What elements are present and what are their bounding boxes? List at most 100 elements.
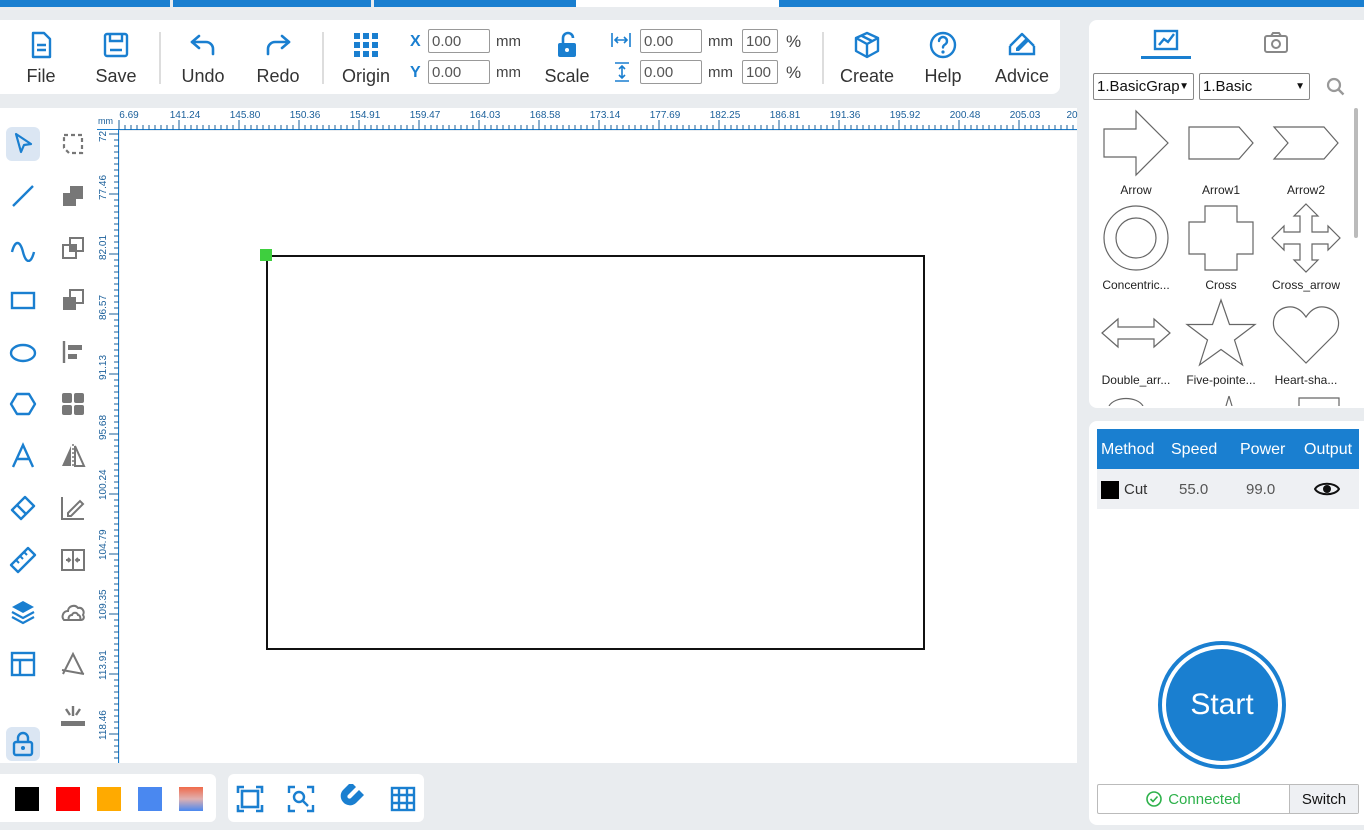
rectangle-icon [10, 291, 36, 310]
arrow-shape-icon [1103, 109, 1169, 177]
shape-item-double-arrow[interactable]: Double_arr... [1092, 297, 1180, 389]
split-tool[interactable] [56, 543, 90, 577]
undo-button[interactable]: Undo [173, 30, 233, 90]
width-unit: mm [708, 33, 733, 50]
shape-item-arrow2[interactable]: Arrow2 [1262, 107, 1350, 199]
height-input[interactable] [640, 60, 702, 84]
create-button[interactable]: Create [837, 30, 897, 90]
help-button[interactable]: Help [913, 30, 973, 90]
intersect-tool[interactable] [56, 231, 90, 265]
scale-lock-button[interactable]: Scale [537, 30, 597, 90]
advice-edit-icon [1008, 32, 1036, 56]
color-swatch-blue[interactable] [138, 787, 162, 811]
redo-button[interactable]: Redo [248, 30, 308, 90]
shape-name: Heart-sha... [1274, 373, 1338, 387]
ruler-tick-label: 77.46 [98, 174, 109, 200]
magnet-snap-icon[interactable] [337, 784, 367, 814]
ruler-tick-label: 82.01 [98, 234, 109, 260]
height-percent-input[interactable] [742, 60, 778, 84]
grid-array-icon [62, 393, 84, 415]
node-edit-tool[interactable] [56, 127, 90, 161]
y-unit: mm [496, 64, 521, 81]
text-tool[interactable] [6, 439, 40, 473]
origin-button[interactable]: Origin [336, 30, 396, 90]
subcategory-select[interactable]: 1.Basic ▼ [1199, 73, 1310, 100]
shape-item-heart[interactable]: Heart-sha... [1262, 297, 1350, 389]
file-icon [31, 31, 52, 59]
origin-label: Origin [341, 66, 390, 86]
box-icon [854, 31, 880, 59]
ruler-tick-label: 154.91 [349, 110, 381, 121]
rectangle-shape[interactable] [266, 255, 925, 650]
draw-tool[interactable] [56, 491, 90, 525]
line-tool[interactable] [6, 179, 40, 213]
width-input[interactable] [640, 29, 702, 53]
file-button[interactable]: File [11, 30, 71, 90]
table-row[interactable]: Cut 55.0 99.0 [1097, 469, 1359, 509]
combine-tool[interactable] [56, 179, 90, 213]
search-icon[interactable] [1326, 77, 1346, 97]
select-tool[interactable] [6, 127, 40, 161]
layout-tool[interactable] [6, 647, 40, 681]
offset-tool[interactable] [56, 595, 90, 629]
color-swatch-orange[interactable] [97, 787, 121, 811]
vector-pen-tool[interactable] [56, 647, 90, 681]
array-tool[interactable] [56, 387, 90, 421]
rectangle-tool[interactable] [6, 283, 40, 317]
eraser-tool[interactable] [6, 491, 40, 525]
lock-tool[interactable] [6, 727, 40, 761]
x-label: X [410, 33, 421, 50]
chevron-down-icon: ▼ [1179, 81, 1189, 92]
start-button[interactable]: Start [1158, 641, 1286, 769]
width-percent-input[interactable] [742, 29, 778, 53]
drawing-canvas[interactable] [120, 131, 1077, 763]
color-swatch-black[interactable] [15, 787, 39, 811]
shape-name: Cross_arrow [1271, 278, 1340, 292]
combine-shapes-icon [63, 186, 83, 206]
save-button[interactable]: Save [86, 30, 146, 90]
curve-tool[interactable] [6, 231, 40, 265]
shape-item-cross[interactable]: Cross [1177, 202, 1265, 294]
y-position-input[interactable] [428, 60, 490, 84]
save-icon [103, 32, 129, 58]
scale-label: Scale [544, 66, 590, 86]
grid-icon[interactable] [388, 784, 418, 814]
shape-item-five-pointed-star[interactable]: Five-pointe... [1177, 297, 1265, 389]
ruler-tick-label: 141.24 [169, 110, 201, 121]
align-tool[interactable] [56, 335, 90, 369]
polygon-tool[interactable] [6, 387, 40, 421]
color-swatch-gradient[interactable] [179, 787, 203, 811]
advice-button[interactable]: Advice [992, 30, 1052, 90]
shape-library-panel: 1.BasicGrap ▼ 1.Basic ▼ Arrow Arrow1 Arrow… [1089, 20, 1364, 408]
shape-item-cross-arrow[interactable]: Cross_arrow [1262, 202, 1350, 294]
view-tools-bar [228, 774, 424, 822]
subtract-tool[interactable] [56, 283, 90, 317]
redo-icon [266, 34, 291, 56]
switch-button[interactable]: Switch [1290, 785, 1358, 813]
category-select[interactable]: 1.BasicGrap ▼ [1093, 73, 1194, 100]
layer-color-chip[interactable] [1101, 481, 1119, 499]
layers-tool[interactable] [6, 595, 40, 629]
color-swatch-red[interactable] [56, 787, 80, 811]
ruler-tick-label: 109.35 [98, 589, 109, 620]
focus-selection-icon[interactable] [286, 784, 316, 814]
eye-output-icon[interactable] [1314, 480, 1340, 498]
shape-item-concentric[interactable]: Concentric... [1092, 202, 1180, 294]
origin-handle[interactable] [260, 249, 272, 261]
concentric-circle-shape-icon [1103, 205, 1169, 271]
ellipse-tool[interactable] [6, 335, 40, 369]
shape-list-scrollbar[interactable] [1354, 108, 1358, 238]
measure-tool[interactable] [6, 543, 40, 577]
mirror-tool[interactable] [56, 439, 90, 473]
laser-tool[interactable] [56, 699, 90, 733]
shape-item-arrow[interactable]: Arrow [1092, 107, 1180, 199]
shape-item-arrow1[interactable]: Arrow1 [1177, 107, 1265, 199]
align-left-icon [62, 341, 82, 363]
tab-shapes[interactable] [1141, 25, 1191, 59]
tab-camera[interactable] [1251, 25, 1301, 59]
tab-active-indicator[interactable] [576, 0, 779, 7]
shape-name: Concentric... [1102, 278, 1170, 292]
x-position-input[interactable] [428, 29, 490, 53]
fit-view-icon[interactable] [235, 784, 265, 814]
intersect-shapes-icon [62, 237, 84, 259]
